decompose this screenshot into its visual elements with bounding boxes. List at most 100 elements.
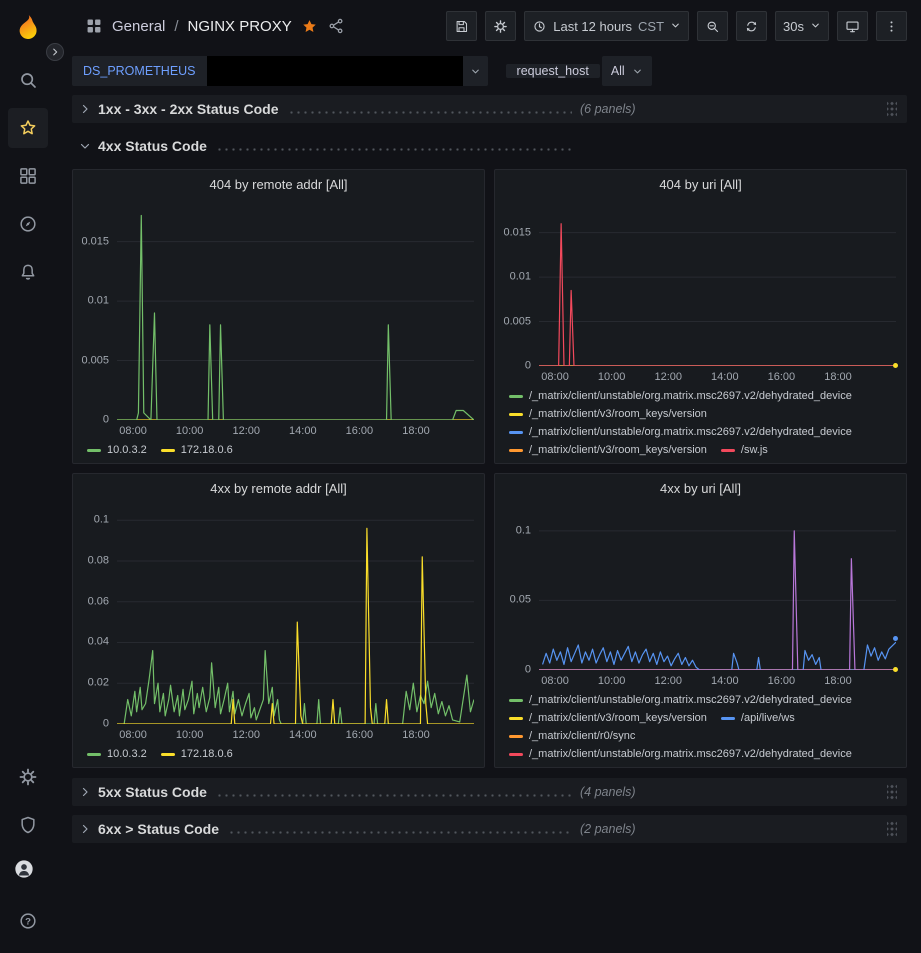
x-axis-tick-label: 08:00 <box>541 675 569 687</box>
legend-item[interactable]: 172.18.0.6 <box>161 748 233 760</box>
panel: 4xx by remote addr [All]00.020.040.060.0… <box>72 473 485 768</box>
y-axis-tick-label: 0.02 <box>88 678 109 689</box>
row-header[interactable]: 1xx - 3xx - 2xx Status Code(6 panels) <box>72 95 907 123</box>
panel-legend: /_matrix/client/unstable/org.matrix.msc2… <box>495 689 906 767</box>
x-axis-tick-label: 16:00 <box>768 675 796 687</box>
alerting-bell-icon[interactable] <box>8 252 48 292</box>
row-header[interactable]: 6xx > Status Code(2 panels) <box>72 815 907 843</box>
x-axis-tick-label: 12:00 <box>654 675 682 687</box>
y-axis-tick-label: 0.04 <box>88 637 109 648</box>
legend-item[interactable]: /api/live/ws <box>721 712 795 724</box>
chart-area: 00.0050.010.015 <box>495 198 906 366</box>
x-axis-tick-label: 18:00 <box>402 729 430 741</box>
x-axis-tick-label: 08:00 <box>541 371 569 383</box>
legend-item[interactable]: /_matrix/client/v3/room_keys/version <box>509 444 707 456</box>
panel-grid: 404 by remote addr [All] 00.0050.010.015 0… <box>72 169 907 768</box>
series-line <box>543 642 896 670</box>
legend-item[interactable]: 172.18.0.6 <box>161 444 233 456</box>
x-axis-tick-label: 18:00 <box>824 675 852 687</box>
y-axis-tick-label: 0.015 <box>81 236 109 247</box>
apps-grid-icon[interactable] <box>85 17 103 35</box>
legend-item[interactable]: /_matrix/client/r0/sync <box>509 730 635 742</box>
x-axis: 08:0010:0012:0014:0016:0018:00 <box>117 726 474 743</box>
legend-series-label: /_matrix/client/v3/room_keys/version <box>529 408 707 420</box>
zoom-out-button[interactable] <box>697 11 728 41</box>
plot-region[interactable] <box>539 206 896 366</box>
x-axis-tick-label: 08:00 <box>119 425 147 437</box>
row-drag-handle-icon[interactable] <box>887 821 897 837</box>
y-axis-tick-label: 0.1 <box>94 515 109 526</box>
request-host-dropdown[interactable]: All <box>602 56 652 86</box>
legend-series-marker <box>721 717 735 720</box>
series-line <box>117 528 474 724</box>
chevron-right-icon <box>76 820 94 838</box>
x-axis-tick-label: 10:00 <box>176 425 204 437</box>
grafana-logo-icon[interactable] <box>13 12 43 42</box>
help-question-icon[interactable]: ? <box>8 901 48 941</box>
panel-header[interactable]: 404 by uri [All] <box>495 170 906 198</box>
y-axis-tick-label: 0 <box>103 719 109 730</box>
legend-series-label: /_matrix/client/unstable/org.matrix.msc2… <box>529 694 852 706</box>
legend-item[interactable]: /_matrix/client/v3/room_keys/version <box>509 712 707 724</box>
series-line <box>117 216 474 420</box>
x-axis-tick-label: 16:00 <box>346 425 374 437</box>
breadcrumb-folder[interactable]: General <box>112 18 165 35</box>
row-drag-handle-icon[interactable] <box>887 784 897 800</box>
tv-mode-button[interactable] <box>837 11 868 41</box>
share-icon[interactable] <box>327 17 345 35</box>
save-dashboard-button[interactable] <box>446 11 477 41</box>
row-panel-count: (2 panels) <box>580 822 636 836</box>
favorite-star-icon[interactable] <box>301 18 318 35</box>
legend-item[interactable]: /_matrix/client/unstable/org.matrix.msc2… <box>509 748 852 760</box>
x-axis-tick-label: 18:00 <box>824 371 852 383</box>
legend-series-label: /_matrix/client/unstable/org.matrix.msc2… <box>529 426 852 438</box>
legend-series-label: /_matrix/client/unstable/org.matrix.msc2… <box>529 748 852 760</box>
time-range-picker[interactable]: Last 12 hours CST <box>524 11 689 41</box>
sidebar: ? <box>0 0 55 953</box>
user-avatar[interactable] <box>8 853 48 893</box>
legend-item[interactable]: /_matrix/client/unstable/org.matrix.msc2… <box>509 426 852 438</box>
panel-title: 4xx by remote addr [All] <box>210 481 347 496</box>
row-header[interactable]: 5xx Status Code(4 panels) <box>72 778 907 806</box>
more-menu-kebab-button[interactable] <box>876 11 907 41</box>
dashboard-canvas: 1xx - 3xx - 2xx Status Code(6 panels) 4xx… <box>72 95 907 852</box>
legend-item[interactable]: /_matrix/client/unstable/org.matrix.msc2… <box>509 694 852 706</box>
server-admin-shield-icon[interactable] <box>8 805 48 845</box>
row-title: 4xx Status Code <box>98 138 207 154</box>
panel-header[interactable]: 4xx by remote addr [All] <box>73 474 484 502</box>
legend-item[interactable]: /sw.js <box>721 444 768 456</box>
legend-series-marker <box>161 449 175 452</box>
plot-region[interactable] <box>539 510 896 670</box>
legend-item[interactable]: /_matrix/client/unstable/org.matrix.msc2… <box>509 390 852 402</box>
y-axis-tick-label: 0 <box>525 665 531 676</box>
plot-region[interactable] <box>117 206 474 420</box>
refresh-interval-dropdown[interactable]: 30s <box>775 11 829 41</box>
configuration-gear-icon[interactable] <box>8 757 48 797</box>
explore-compass-icon[interactable] <box>8 204 48 244</box>
datasource-variable-control[interactable]: DS_PROMETHEUS <box>72 56 488 86</box>
panel-legend: /_matrix/client/unstable/org.matrix.msc2… <box>495 385 906 463</box>
y-axis: 00.050.1 <box>501 510 539 670</box>
row-header[interactable]: 4xx Status Code <box>72 132 907 160</box>
legend-item[interactable]: /_matrix/client/v3/room_keys/version <box>509 408 707 420</box>
sidebar-expand-button[interactable] <box>46 43 64 61</box>
panel-header[interactable]: 4xx by uri [All] <box>495 474 906 502</box>
legend-item[interactable]: 10.0.3.2 <box>87 444 147 456</box>
row-panel-count: (6 panels) <box>580 102 636 116</box>
x-axis: 08:0010:0012:0014:0016:0018:00 <box>539 672 896 689</box>
dashboards-grid-icon[interactable] <box>8 156 48 196</box>
plot-region[interactable] <box>117 510 474 724</box>
search-icon[interactable] <box>8 60 48 100</box>
panel-header[interactable]: 404 by remote addr [All] <box>73 170 484 198</box>
dashboard-settings-button[interactable] <box>485 11 516 41</box>
row-drag-handle-icon[interactable] <box>887 101 897 117</box>
datasource-variable-value[interactable] <box>207 56 463 86</box>
legend-series-label: 10.0.3.2 <box>107 444 147 456</box>
refresh-button[interactable] <box>736 11 767 41</box>
legend-item[interactable]: 10.0.3.2 <box>87 748 147 760</box>
starred-star-icon[interactable] <box>8 108 48 148</box>
legend-series-label: /_matrix/client/v3/room_keys/version <box>529 444 707 456</box>
x-axis-tick-label: 14:00 <box>289 425 317 437</box>
breadcrumb-dashboard-title[interactable]: NGINX PROXY <box>188 18 292 35</box>
series-line <box>539 224 896 366</box>
